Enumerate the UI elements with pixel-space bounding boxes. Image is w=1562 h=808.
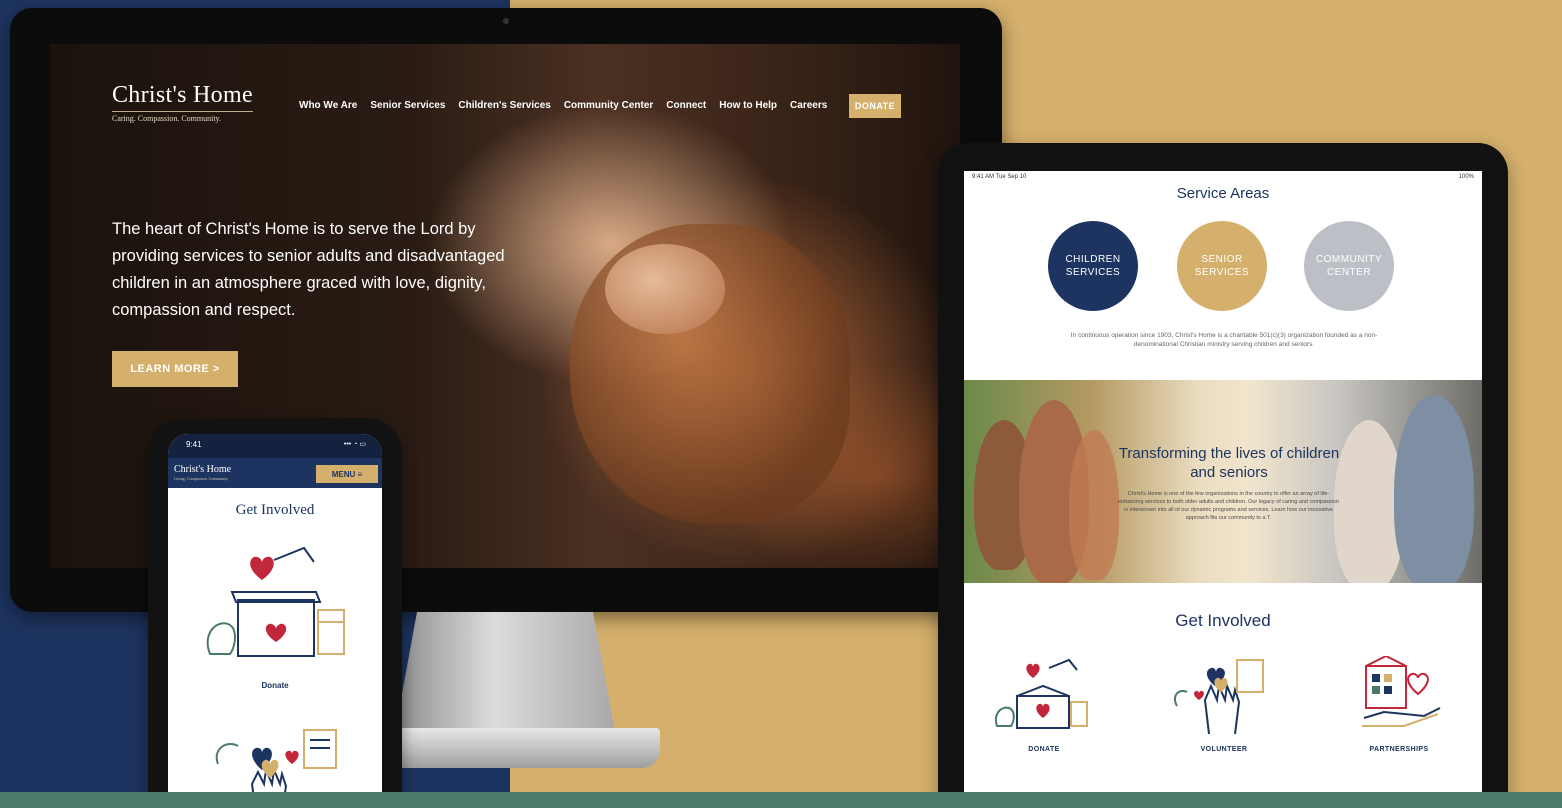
service-description: In continuous operation since 1903, Chri… (1070, 332, 1378, 348)
donate-box-icon (995, 658, 1088, 729)
nav-senior-services[interactable]: Senior Services (370, 100, 445, 111)
senior-services-label: SENIOR SERVICES (1194, 254, 1250, 278)
learn-more-button[interactable]: LEARN MORE > (112, 351, 238, 387)
logo-tagline: Caring. Compassion. Community. (112, 111, 253, 123)
donate-button[interactable]: DONATE (849, 94, 901, 118)
nav-careers[interactable]: Careers (790, 100, 827, 111)
phone-get-involved-title: Get Involved (235, 502, 315, 518)
volunteer-tile-label: VOLUNTEER (1200, 746, 1248, 753)
donate-tile[interactable]: DONATE (984, 656, 1104, 753)
children-services-button[interactable]: CHILDREN SERVICES (1048, 221, 1138, 311)
menu-button[interactable]: MENU ≡ (316, 465, 378, 483)
phone-logo-tagline: Caring. Compassion. Community. (174, 476, 229, 481)
phone-device: 9:41 ••• ◔ ▭ Christ's Home Caring. Compa… (148, 418, 402, 808)
donate-tile-label: DONATE (1028, 746, 1060, 753)
camera-icon (503, 18, 509, 24)
senior-services-button[interactable]: SENIOR SERVICES (1177, 221, 1267, 311)
bottom-accent-strip (0, 792, 1562, 808)
partnerships-tile-label: PARTNERSHIPS (1369, 746, 1429, 753)
child-photo (1069, 430, 1119, 580)
nav-connect[interactable]: Connect (666, 100, 706, 111)
phone-time: 9:41 (186, 440, 202, 449)
phone-header: Christ's Home Caring. Compassion. Commun… (168, 458, 382, 488)
monitor-stand-neck (395, 612, 615, 732)
tablet-status-time: 9:41 AM Tue Sep 10 (972, 174, 1027, 180)
children-services-label: CHILDREN SERVICES (1065, 254, 1121, 278)
nav-childrens-services[interactable]: Children's Services (458, 100, 550, 111)
community-center-button[interactable]: COMMUNITY CENTER (1304, 221, 1394, 311)
service-areas-title: Service Areas (1176, 185, 1270, 202)
partnership-building-icon (1362, 656, 1441, 727)
nav-community-center[interactable]: Community Center (564, 100, 653, 111)
hero-baby-hand-image (605, 244, 725, 334)
partnerships-tile[interactable]: PARTNERSHIPS (1339, 656, 1459, 753)
phone-status-bar: 9:41 ••• ◔ ▭ (168, 434, 382, 458)
banner-title: Transforming the lives of children and s… (1118, 445, 1340, 481)
phone-donate-label[interactable]: Donate (168, 681, 382, 690)
senior-photo (1394, 395, 1474, 583)
transforming-lives-banner: Transforming the lives of children and s… (964, 380, 1482, 583)
tablet-screen: 9:41 AM Tue Sep 10 100% Service Areas CH… (964, 171, 1482, 808)
phone-logo[interactable]: Christ's Home (174, 464, 231, 475)
banner-text: Christ's Home is one of the few organiza… (1118, 491, 1339, 521)
phone-screen: 9:41 ••• ◔ ▭ Christ's Home Caring. Compa… (168, 434, 382, 808)
logo-name: Christ's Home (112, 82, 253, 108)
tablet-get-involved-title: Get Involved (1175, 611, 1271, 630)
nav-who-we-are[interactable]: Who We Are (299, 100, 357, 111)
phone-signal-icon: ••• ◔ ▭ (343, 441, 366, 448)
main-navigation: Who We Are Senior Services Children's Se… (299, 100, 827, 111)
volunteer-tile[interactable]: VOLUNTEER (1164, 656, 1284, 753)
volunteer-hands-icon (1173, 659, 1264, 735)
tablet-status-battery: 100% (1458, 174, 1474, 180)
hero-text: The heart of Christ's Home is to serve t… (112, 220, 505, 319)
nav-how-to-help[interactable]: How to Help (719, 100, 777, 111)
site-logo[interactable]: Christ's Home Caring. Compassion. Commun… (112, 82, 253, 123)
donate-box-icon[interactable] (196, 530, 356, 670)
community-center-label: COMMUNITY CENTER (1315, 254, 1383, 278)
tablet-device: 9:41 AM Tue Sep 10 100% Service Areas CH… (938, 143, 1508, 808)
